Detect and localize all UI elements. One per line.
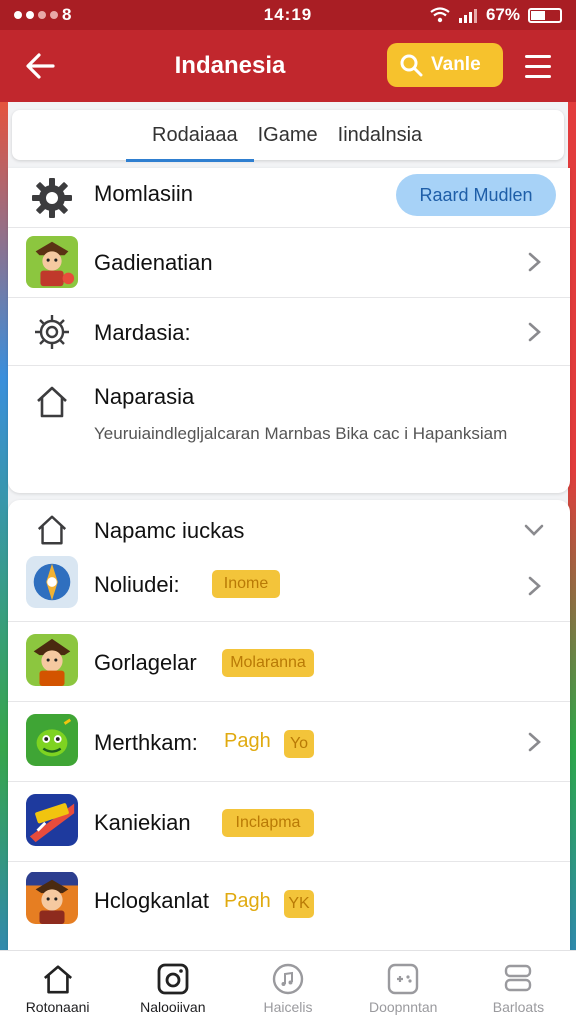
nav-label: Doopnntan — [368, 999, 438, 1015]
monster-game-icon — [26, 714, 78, 766]
settings-label: Momlasiin — [94, 181, 194, 206]
home-icon — [43, 965, 72, 994]
section-title: Napamc iuckas — [94, 518, 245, 543]
compass-game-icon — [26, 556, 78, 608]
settings-description: Yeuruiaindlegljalcaran Marnbas Bika cac … — [94, 424, 508, 443]
game-avatar-icon — [26, 236, 78, 288]
game-name: Hclogkanlat — [94, 888, 209, 913]
status-time: 14:19 — [263, 5, 313, 24]
signal-dot-icon — [14, 11, 22, 19]
settings-label: Naparasia — [94, 384, 195, 409]
game-tag: YK — [284, 890, 314, 918]
battery-percent: 67% — [485, 5, 520, 24]
tab-bar: Rodaiaaa IGame Iindalnsia — [12, 110, 564, 162]
menu-button[interactable] — [518, 46, 558, 86]
search-icon — [400, 54, 423, 77]
settings-label: Mardasia: — [94, 320, 191, 345]
game-tag: Molaranna — [222, 649, 314, 677]
home-icon — [26, 504, 78, 556]
bottom-nav: Rotonaani Nalooiivan Haicelis Doopnntan … — [0, 950, 576, 1024]
game-name: Merthkam: — [94, 730, 198, 755]
racing-game-icon — [26, 794, 78, 846]
game-tag-text: Pagh — [224, 730, 271, 752]
game-tag: Inome — [212, 570, 280, 598]
games-card: Napamc iuckas Noliudei: Inome Gorlagelar… — [8, 500, 570, 950]
hero-game-icon — [26, 872, 78, 924]
arrow-left-icon — [26, 53, 55, 79]
game-list-item[interactable]: Hclogkanlat Pagh YK — [8, 862, 570, 942]
carrier-label: 8 — [62, 5, 72, 24]
game-tag: Inclapma — [222, 809, 314, 837]
music-icon — [272, 963, 304, 995]
battery-icon — [528, 7, 562, 23]
chevron-right-icon — [528, 252, 541, 272]
settings-row[interactable]: Gadienatian — [8, 228, 570, 298]
settings-row[interactable]: Momlasiin Raard Mudlen — [8, 168, 570, 228]
nav-item-camera[interactable]: Nalooiivan — [115, 951, 230, 1024]
nav-item-home[interactable]: Rotonaani — [0, 951, 115, 1024]
wifi-icon — [430, 7, 450, 23]
game-list-item[interactable]: Noliudei: Inome — [8, 552, 570, 622]
settings-row[interactable]: Mardasia: — [8, 298, 570, 366]
gamepad-icon — [388, 963, 419, 995]
game-tag: Yo — [284, 730, 314, 758]
status-left: 8 — [14, 5, 154, 25]
chevron-down-icon — [524, 524, 544, 536]
hamburger-line — [525, 54, 551, 58]
camera-icon — [157, 963, 189, 995]
settings-card: Momlasiin Raard Mudlen Gadienatian Marda… — [8, 168, 570, 493]
game-name: Gorlagelar — [94, 650, 197, 675]
search-button-label: Vanle — [431, 54, 481, 75]
hamburger-line — [525, 64, 551, 68]
left-decoration — [0, 100, 8, 1024]
gear-outline-icon — [26, 306, 78, 358]
cell-signal-icon — [458, 8, 477, 23]
signal-dot-icon — [38, 11, 46, 19]
raard-mudlen-button[interactable]: Raard Mudlen — [396, 174, 556, 216]
game-name: Noliudei: — [94, 572, 180, 597]
nav-item-music[interactable]: Haicelis — [230, 951, 345, 1024]
game-list-item[interactable]: Gorlagelar Molaranna — [8, 622, 570, 702]
game-name: Kaniekian — [94, 810, 191, 835]
status-bar: 8 14:19 67% — [0, 0, 576, 30]
status-right: 67% — [422, 5, 562, 25]
nav-label: Nalooiivan — [140, 999, 206, 1015]
search-button[interactable]: Vanle — [387, 43, 503, 87]
chevron-right-icon — [528, 732, 541, 752]
back-button[interactable] — [18, 44, 62, 88]
home-icon — [26, 376, 78, 428]
signal-dot-icon — [50, 11, 58, 19]
stack-icon — [505, 964, 532, 992]
signal-dot-icon — [26, 11, 34, 19]
settings-label: Gadienatian — [94, 250, 213, 275]
nav-label: Barloats — [492, 999, 545, 1015]
tab-rodaiaaa[interactable]: Rodaiaaa — [126, 114, 254, 162]
warrior-game-icon — [26, 634, 78, 686]
game-tag-text: Pagh — [224, 890, 271, 912]
nav-item-games[interactable]: Doopnntan — [346, 951, 461, 1024]
games-section-header[interactable]: Napamc iuckas — [8, 508, 570, 552]
tab-iindalnsia[interactable]: Iindalnsia — [338, 114, 423, 157]
nav-item-stack[interactable]: Barloats — [461, 951, 576, 1024]
gear-icon — [26, 172, 78, 224]
game-list-item[interactable]: Kaniekian Inclapma — [8, 782, 570, 862]
chevron-right-icon — [528, 322, 541, 342]
nav-label: Rotonaani — [25, 999, 90, 1015]
app-header: Indanesia Vanle — [0, 30, 576, 102]
chevron-right-icon — [528, 576, 541, 596]
nav-label: Haicelis — [263, 999, 313, 1015]
game-list-item[interactable]: Merthkam: Pagh Yo — [8, 702, 570, 782]
tab-igame[interactable]: IGame — [258, 114, 318, 157]
hamburger-line — [525, 74, 551, 78]
